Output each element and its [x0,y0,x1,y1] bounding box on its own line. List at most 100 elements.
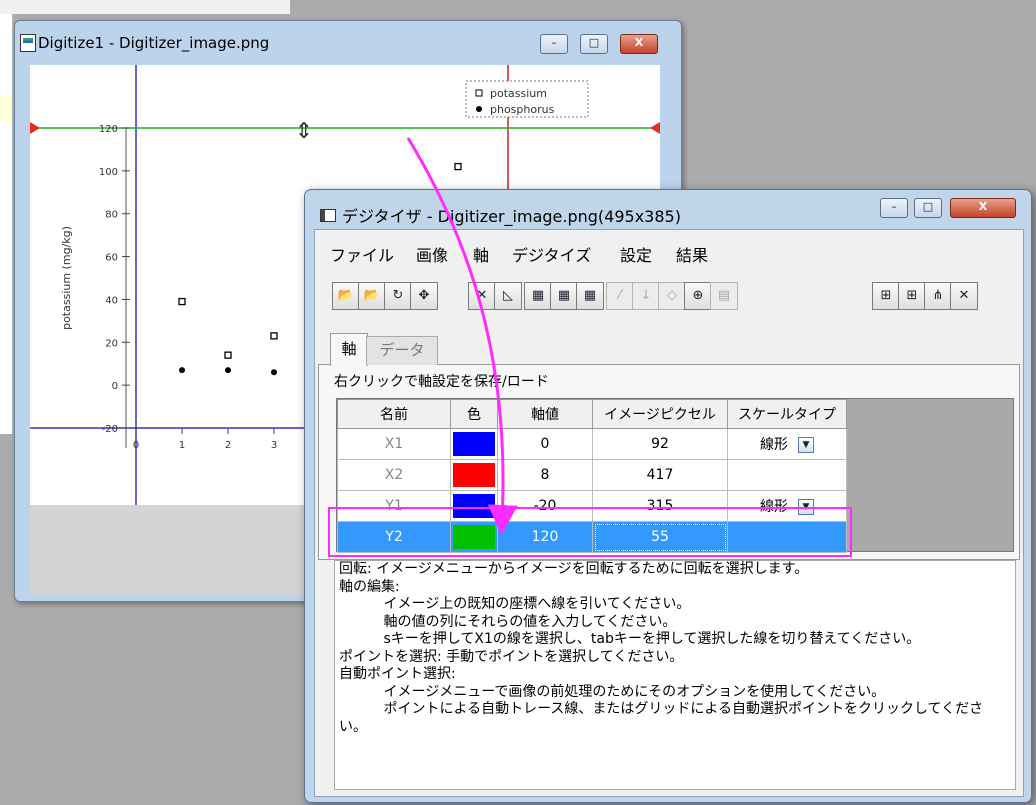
grid-points-icon[interactable]: ▦ [550,282,578,310]
y-tick-label: 80 [105,210,118,221]
delete-icon[interactable]: ✕ [950,282,978,310]
scale-label: 線形 [760,437,788,453]
info-line: 軸の値の列にそれらの値を入力してください。 [339,613,677,630]
info-line: ポイントを選択: 手動でポイントを選択してください。 [339,648,684,665]
region-points-icon[interactable]: ▦ [576,282,604,310]
app-icon [20,34,36,52]
toolbar: 📂 📂 ↻ ✥ ✕ ◺ ▦ ▦ ▦ ⁄ ↓ ◇ ⊕ ▤ ⊞ ⊞ ⋔ ✕ [328,282,1018,318]
digitize-window-title: Digitize1 - Digitizer_image.png [38,34,270,52]
data-point-dot [179,367,185,374]
header-scale[interactable]: スケールタイプ [727,399,847,429]
row-color[interactable] [450,428,498,460]
dialog-minimize-button[interactable]: – [880,198,908,218]
split-icon[interactable]: ⋔ [924,282,952,310]
info-line: 軸の編集: [339,578,400,595]
open-image-icon[interactable]: 📂 [358,282,386,310]
legend-label: phosphorus [490,103,555,116]
dialog-icon [320,209,336,222]
legend-marker [475,89,483,97]
info-line: い。 [339,718,367,735]
slope-icon[interactable]: ⁄ [606,282,634,310]
close-button[interactable]: X [620,34,658,54]
x-tick-label: 2 [225,440,231,451]
info-line: sキーを押してX1の線を選択し、tabキーを押して選択した線を切り替えてください… [339,631,921,647]
info-line: 自動ポイント選択: [339,666,456,682]
data-point-square [224,351,232,359]
axis-hint: 右クリックで軸設定を保存/ロード [334,374,549,390]
row-scale[interactable]: 線形 ▼ [727,428,847,460]
pick-points-icon[interactable]: ◺ [494,282,522,310]
row-color[interactable] [450,459,498,491]
edit-axis-icon[interactable]: ✕ [468,282,496,310]
drop-line-icon[interactable]: ↓ [632,282,660,310]
dialog-title: デジタイザ - Digitizer_image.png(495x385) [342,207,681,226]
menu-settings[interactable]: 設定 [620,242,652,266]
data-point-square [178,297,186,306]
y-tick-label: 60 [105,253,118,264]
table-row[interactable]: X1 0 92 線形 ▼ [337,428,847,460]
info-line: イメージメニューで画像の前処理のためにそのオプションを使用してください。 [339,683,886,700]
menu-file[interactable]: ファイル [330,242,394,266]
background-sheet [0,14,13,434]
eraser-icon[interactable]: ◇ [658,282,686,310]
move-axis-icon[interactable]: ✥ [410,282,438,310]
y2-right-handle [650,122,660,134]
x-tick-label: 3 [271,440,277,451]
header-name[interactable]: 名前 [337,399,451,429]
header-value[interactable]: 軸値 [497,399,593,429]
x-tick-label: 0 [133,440,139,451]
insert-column-icon[interactable]: ⊞ [898,282,926,310]
row-pixel[interactable]: 92 [592,428,728,460]
highlight-box [328,507,852,557]
menu-image[interactable]: 画像 [416,242,448,266]
auto-trace-icon[interactable]: ▦ [524,282,552,310]
data-point-square [454,162,462,171]
data-point-dot [225,367,231,374]
table-row[interactable]: X2 8 417 [337,459,847,491]
color-swatch [453,432,495,456]
row-value[interactable]: 8 [497,459,593,491]
row-name: X2 [337,459,451,491]
data-point-square [270,332,278,340]
legend-label: potassium [490,87,547,100]
info-line: ポイントによる自動トレース線、またはグリッドによる自動選択ポイントをクリックして… [339,701,984,717]
menu-results[interactable]: 結果 [676,242,708,266]
background-cell [0,95,12,121]
row-pixel[interactable]: 417 [592,459,728,491]
y-axis-title: potassium (mg/kg) [60,226,73,330]
y-tick-label: 120 [99,124,118,135]
menu-digitize[interactable]: デジタイズ [512,242,591,266]
info-line: イメージ上の既知の座標へ線を引いてください。 [339,596,691,612]
menu-axis[interactable]: 軸 [473,242,489,266]
color-swatch [453,463,495,487]
y2-left-handle [30,122,40,134]
data-point-dot [271,369,277,376]
add-column-icon[interactable]: ⊞ [872,282,900,310]
y-tick-label: 20 [105,338,118,349]
row-value[interactable]: 0 [497,428,593,460]
header-pixel[interactable]: イメージピクセル [592,399,728,429]
y-tick-label: -20 [102,424,118,435]
y-tick-label: 40 [105,295,118,306]
open-folder-icon[interactable]: 📂 [332,282,360,310]
legend-marker [476,106,482,112]
rotate-icon[interactable]: ↻ [384,282,412,310]
chevron-down-icon[interactable]: ▼ [798,437,814,453]
table-icon[interactable]: ▤ [710,282,738,310]
tab-axis[interactable]: 軸 [330,333,368,366]
row-scale[interactable] [727,459,847,491]
y-tick-label: 0 [112,381,118,392]
dialog-close-button[interactable]: X [950,198,1016,218]
background-toolbar [0,0,290,15]
y-tick-label: 100 [99,167,118,178]
instructions-box: 回転: イメージメニューからイメージを回転するために回転を選択します。 軸の編集… [334,560,1016,790]
minimize-button[interactable]: – [540,34,568,54]
info-line: 回転: イメージメニューからイメージを回転するために回転を選択します。 [339,561,809,577]
zoom-icon[interactable]: ⊕ [684,282,712,310]
tab-data[interactable]: データ [366,336,438,365]
x-tick-label: 1 [179,440,185,451]
dialog-maximize-button[interactable]: □ [914,198,942,218]
maximize-button[interactable]: □ [580,34,608,54]
resize-cursor-icon: ⇕ [295,119,313,144]
header-color[interactable]: 色 [450,399,498,429]
